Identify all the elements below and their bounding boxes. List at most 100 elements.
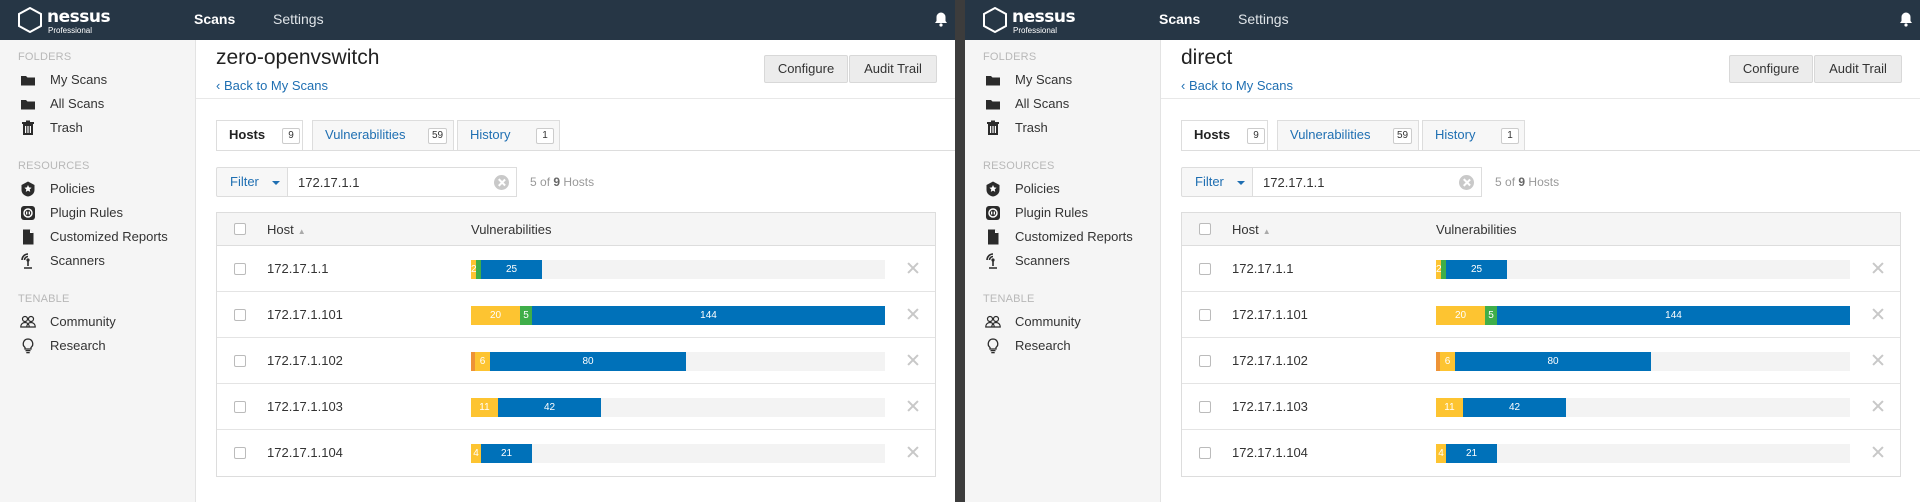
severity-segment-info[interactable]: 80 xyxy=(490,352,686,371)
severity-segment-low[interactable]: 5 xyxy=(520,306,532,325)
host-address[interactable]: 172.17.1.101 xyxy=(1232,307,1308,322)
sidebar-item-my-scans[interactable]: My Scans xyxy=(18,70,193,90)
host-address[interactable]: 172.17.1.101 xyxy=(267,307,343,322)
host-address[interactable]: 172.17.1.103 xyxy=(1232,399,1308,414)
remove-host-icon[interactable] xyxy=(906,261,920,275)
host-address[interactable]: 172.17.1.104 xyxy=(1232,445,1308,460)
bell-icon[interactable] xyxy=(933,11,949,27)
severity-segment-info[interactable]: 25 xyxy=(481,260,542,279)
table-row[interactable]: 172.17.1.104 4 21 xyxy=(217,430,935,476)
remove-host-icon[interactable] xyxy=(1871,353,1885,367)
vulnerability-bar[interactable]: 2 25 xyxy=(1436,260,1850,279)
table-row[interactable]: 172.17.1.103 11 42 xyxy=(1182,384,1900,430)
row-checkbox[interactable] xyxy=(234,263,246,275)
sidebar-item-all-scans[interactable]: All Scans xyxy=(983,94,1158,114)
severity-segment-info[interactable]: 21 xyxy=(481,444,532,463)
table-row[interactable]: 172.17.1.101 20 5 144 xyxy=(1182,292,1900,338)
tab-vulnerabilities[interactable]: Vulnerabilities 59 xyxy=(1277,120,1419,150)
tab-history[interactable]: History 1 xyxy=(457,120,560,150)
sidebar-item-scanners[interactable]: Scanners xyxy=(18,251,193,271)
audit-trail-button[interactable]: Audit Trail xyxy=(1814,55,1902,83)
vulnerability-bar[interactable]: 6 80 xyxy=(1436,352,1850,371)
tab-vulnerabilities[interactable]: Vulnerabilities 59 xyxy=(312,120,454,150)
nessus-logo[interactable]: nessus Professional xyxy=(982,5,1092,35)
remove-host-icon[interactable] xyxy=(1871,399,1885,413)
tab-history[interactable]: History 1 xyxy=(1422,120,1525,150)
sidebar-item-my-scans[interactable]: My Scans xyxy=(983,70,1158,90)
vulnerability-bar[interactable]: 4 21 xyxy=(1436,444,1850,463)
severity-segment-info[interactable]: 21 xyxy=(1446,444,1497,463)
remove-host-icon[interactable] xyxy=(1871,261,1885,275)
remove-host-icon[interactable] xyxy=(1871,307,1885,321)
sidebar-item-research[interactable]: Research xyxy=(18,336,193,356)
sidebar-item-scanners[interactable]: Scanners xyxy=(983,251,1158,271)
sidebar-item-customized-reports[interactable]: Customized Reports xyxy=(983,227,1158,247)
severity-segment-info[interactable]: 25 xyxy=(1446,260,1507,279)
vulnerability-bar[interactable]: 20 5 144 xyxy=(471,306,885,325)
severity-segment-info[interactable]: 42 xyxy=(1463,398,1566,417)
sidebar-item-plugin-rules[interactable]: Plugin Rules xyxy=(18,203,193,223)
nessus-logo[interactable]: nessus Professional xyxy=(17,5,127,35)
host-address[interactable]: 172.17.1.1 xyxy=(267,261,328,276)
select-all-checkbox[interactable] xyxy=(1199,223,1211,235)
remove-host-icon[interactable] xyxy=(906,353,920,367)
severity-segment-info[interactable]: 144 xyxy=(532,306,885,325)
remove-host-icon[interactable] xyxy=(906,445,920,459)
host-filter-input[interactable] xyxy=(1253,167,1482,197)
configure-button[interactable]: Configure xyxy=(764,55,848,83)
severity-segment-medium[interactable]: 6 xyxy=(1440,352,1455,371)
severity-segment-medium[interactable]: 20 xyxy=(471,306,520,325)
tab-hosts[interactable]: Hosts 9 xyxy=(216,120,303,151)
remove-host-icon[interactable] xyxy=(906,307,920,321)
sidebar-item-community[interactable]: Community xyxy=(18,312,193,332)
severity-segment-medium[interactable]: 11 xyxy=(471,398,498,417)
column-header-host[interactable]: Host ▲ xyxy=(1232,222,1271,237)
severity-segment-info[interactable]: 42 xyxy=(498,398,601,417)
sidebar-item-community[interactable]: Community xyxy=(983,312,1158,332)
table-row[interactable]: 172.17.1.104 4 21 xyxy=(1182,430,1900,476)
nav-scans[interactable]: Scans xyxy=(194,11,235,27)
configure-button[interactable]: Configure xyxy=(1729,55,1813,83)
sidebar-item-trash[interactable]: Trash xyxy=(18,118,193,138)
host-address[interactable]: 172.17.1.102 xyxy=(267,353,343,368)
sidebar-item-policies[interactable]: Policies xyxy=(983,179,1158,199)
row-checkbox[interactable] xyxy=(234,401,246,413)
nav-scans[interactable]: Scans xyxy=(1159,11,1200,27)
table-row[interactable]: 172.17.1.1 2 25 xyxy=(1182,246,1900,292)
host-address[interactable]: 172.17.1.102 xyxy=(1232,353,1308,368)
sidebar-item-research[interactable]: Research xyxy=(983,336,1158,356)
host-address[interactable]: 172.17.1.103 xyxy=(267,399,343,414)
bell-icon[interactable] xyxy=(1898,11,1914,27)
clear-filter-icon[interactable] xyxy=(1459,175,1474,190)
filter-button[interactable]: Filter xyxy=(1181,167,1253,197)
back-to-my-scans-link[interactable]: ‹ Back to My Scans xyxy=(1181,78,1293,93)
row-checkbox[interactable] xyxy=(234,447,246,459)
tab-hosts[interactable]: Hosts 9 xyxy=(1181,120,1268,151)
vulnerability-bar[interactable]: 2 25 xyxy=(471,260,885,279)
severity-segment-medium[interactable]: 4 xyxy=(471,444,481,463)
host-filter-input[interactable] xyxy=(288,167,517,197)
row-checkbox[interactable] xyxy=(234,309,246,321)
severity-segment-medium[interactable]: 6 xyxy=(475,352,490,371)
remove-host-icon[interactable] xyxy=(906,399,920,413)
severity-segment-medium[interactable]: 11 xyxy=(1436,398,1463,417)
host-address[interactable]: 172.17.1.104 xyxy=(267,445,343,460)
row-checkbox[interactable] xyxy=(1199,401,1211,413)
vulnerability-bar[interactable]: 4 21 xyxy=(471,444,885,463)
severity-segment-medium[interactable]: 20 xyxy=(1436,306,1485,325)
table-row[interactable]: 172.17.1.1 2 25 xyxy=(217,246,935,292)
sidebar-item-customized-reports[interactable]: Customized Reports xyxy=(18,227,193,247)
row-checkbox[interactable] xyxy=(1199,355,1211,367)
column-header-vulnerabilities[interactable]: Vulnerabilities xyxy=(471,222,551,237)
row-checkbox[interactable] xyxy=(234,355,246,367)
column-header-host[interactable]: Host ▲ xyxy=(267,222,306,237)
audit-trail-button[interactable]: Audit Trail xyxy=(849,55,937,83)
sidebar-item-all-scans[interactable]: All Scans xyxy=(18,94,193,114)
nav-settings[interactable]: Settings xyxy=(1238,11,1289,27)
host-address[interactable]: 172.17.1.1 xyxy=(1232,261,1293,276)
table-row[interactable]: 172.17.1.102 6 80 xyxy=(1182,338,1900,384)
filter-button[interactable]: Filter xyxy=(216,167,288,197)
severity-segment-medium[interactable]: 4 xyxy=(1436,444,1446,463)
row-checkbox[interactable] xyxy=(1199,309,1211,321)
vulnerability-bar[interactable]: 11 42 xyxy=(1436,398,1850,417)
